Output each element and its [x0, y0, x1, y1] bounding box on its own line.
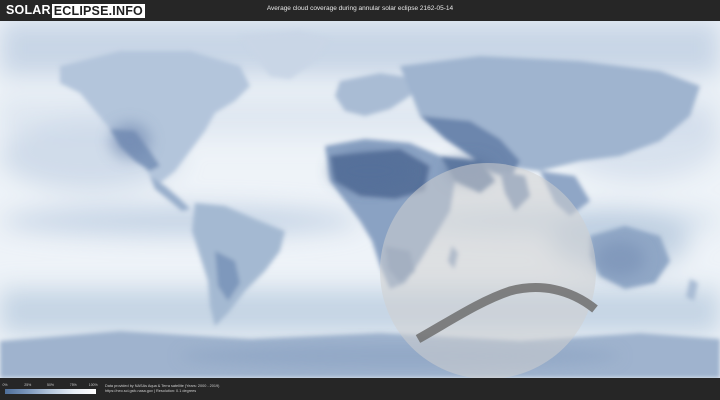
eclipse-visibility-circle — [380, 163, 596, 378]
logo-eclipse-text: ECLIPSE.INFO — [51, 3, 145, 18]
legend-tick: 25% — [24, 383, 32, 387]
data-credit: Data provided by NASAs Aqua & Terra sate… — [105, 384, 219, 394]
cloud-coverage-legend — [5, 389, 96, 394]
legend-tick: 0% — [2, 383, 8, 387]
legend-tick: 75% — [69, 383, 77, 387]
credit-line-2[interactable]: https://neo.sci.gsfc.nasa.gov | Resoluti… — [105, 389, 219, 394]
world-map-svg — [0, 21, 720, 378]
site-logo[interactable]: SOLAR ECLIPSE.INFO — [6, 3, 145, 18]
page-title: Average cloud coverage during annular so… — [266, 5, 454, 12]
logo-solar-text: SOLAR — [6, 3, 51, 17]
legend-tick: 50% — [46, 383, 55, 387]
legend-tick: 100% — [88, 383, 98, 387]
cloud-coverage-map — [0, 21, 720, 378]
